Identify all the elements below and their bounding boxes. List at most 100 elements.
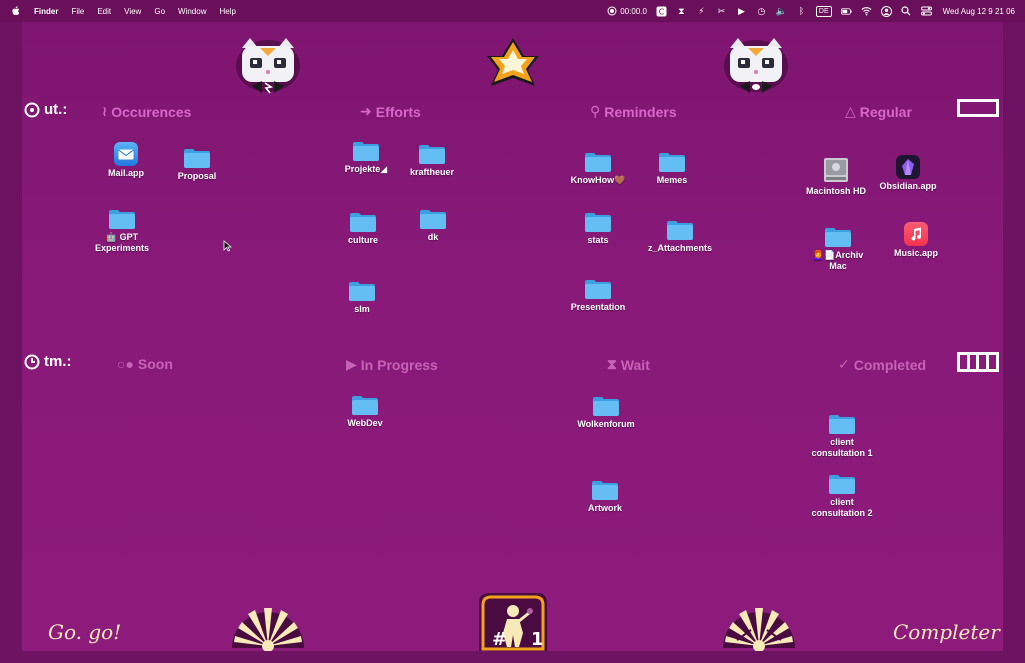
folder-presentation-label: Presentation [570,302,626,312]
folder-icon [658,151,686,173]
check-icon: ✓ [838,356,850,372]
wifi-icon[interactable] [861,6,872,17]
clock-icon [24,354,40,369]
menu-help[interactable]: Help [219,7,235,16]
menubar-clock[interactable]: Wed Aug 12 9 21 06 [943,7,1015,16]
header-in-progress-text: In Progress [360,356,438,373]
row-label-tm-text: tm.: [44,353,72,370]
timer-value: 00:00.0 [620,6,647,16]
control-center-icon[interactable] [920,6,932,17]
menu-edit[interactable]: Edit [97,7,111,16]
record-icon [607,6,617,16]
folder-memes[interactable]: Memes [627,151,717,186]
cat-mascot-left-icon [236,38,300,94]
folder-icon [828,473,856,495]
menu-file[interactable]: File [71,7,84,16]
bolt-icon[interactable]: ⚡ [696,6,707,17]
header-in-progress: ▶ In Progress [346,356,438,373]
folder-wolkenforum[interactable]: Wolkenforum [561,395,651,430]
input-source[interactable]: DE [815,5,832,17]
folder-proposal[interactable]: Proposal [152,147,242,182]
music-app[interactable]: Music.app [871,222,961,259]
rank-hash: # [492,629,507,650]
folder-z-attachments[interactable]: z_Attachments [635,219,725,254]
target-icon [24,102,40,117]
header-completed: ✓ Completed [838,356,926,373]
hourglass-icon[interactable]: ⧗ [676,6,687,17]
timer[interactable]: 00:00.0 [607,6,647,16]
wave-icon: ≀ [102,103,108,119]
folder-icon [828,413,856,435]
header-regular: △ Regular [845,103,912,120]
scissors-icon[interactable]: ✂ [716,6,727,17]
battery-icon[interactable] [840,6,852,17]
obsidian-app[interactable]: Obsidian.app [863,155,953,192]
folder-stats[interactable]: stats [553,211,643,246]
folder-gpt-experiments[interactable]: 🤖 GPT Experiments [77,208,167,254]
menubar: Finder File Edit View Go Window Help 00:… [0,0,1025,22]
folder-client-consultation-2[interactable]: client consultation 2 [797,473,887,519]
arrow-right-icon: ➜ [360,103,372,119]
header-wait-text: Wait [620,356,650,373]
menu-window[interactable]: Window [178,7,206,16]
hard-drive-icon [824,158,848,182]
folder-icon [592,395,620,417]
play-circle-icon[interactable]: ▶ [736,6,747,17]
music-app-label: Music.app [893,248,938,258]
folder-z-attachments-label: z_Attachments [647,243,712,253]
star-of-david-icon [487,38,539,86]
triangle-icon: △ [845,103,856,119]
mail-app-label: Mail.app [107,168,144,178]
search-icon[interactable] [901,6,912,17]
sunburst-right-icon [723,608,795,651]
folder-webdev[interactable]: WebDev [320,394,410,429]
bluetooth-icon[interactable]: ᛒ [796,6,807,17]
go-go-text: Go. go! [48,620,122,644]
header-occurences: ≀ Occurences [102,103,191,120]
app-c-icon[interactable]: C [656,6,667,17]
svg-text:C: C [659,7,665,16]
folder-proposal-label: Proposal [177,171,217,181]
folder-artwork[interactable]: Artwork [560,479,650,514]
apple-icon[interactable] [10,5,22,17]
user-icon[interactable] [880,5,892,17]
volume-icon[interactable]: 🔈 [776,6,787,17]
header-reminders-text: Reminders [604,103,677,120]
folder-icon [352,140,380,162]
header-regular-text: Regular [859,103,912,120]
menu-go[interactable]: Go [154,7,165,16]
completer-text: Completer [893,620,1000,644]
folder-kraftheuer[interactable]: kraftheuer [387,143,477,178]
menu-view[interactable]: View [124,7,141,16]
folder-dk-label: dk [427,232,439,242]
bars-bottom-icon [957,352,999,372]
folder-client-consultation-2-label: client consultation 2 [811,497,873,518]
folder-slm[interactable]: slm [317,280,407,315]
folder-client-consultation-1-label: client consultation 1 [811,437,873,458]
pin-icon: ⚲ [590,103,601,119]
header-efforts: ➜ Efforts [360,103,421,120]
folder-presentation[interactable]: Presentation [553,278,643,313]
sunburst-left-icon [232,608,304,651]
folder-gpt-experiments-label: 🤖 GPT Experiments [94,232,150,253]
folder-icon [348,280,376,302]
folder-archiv-mac[interactable]: 👩‍🦰📄Archiv Mac [793,226,883,272]
header-occurences-text: Occurences [111,103,192,120]
folder-icon [824,226,852,248]
header-soon-text: Soon [137,356,173,372]
folder-icon [666,219,694,241]
folder-wolkenforum-label: Wolkenforum [577,419,635,429]
folder-client-consultation-1[interactable]: client consultation 1 [797,413,887,459]
hourglass-icon: ⧗ [607,356,617,372]
time-machine-icon[interactable]: ◷ [756,6,767,17]
menu-app-name[interactable]: Finder [34,7,58,16]
mail-icon [114,142,138,166]
macintosh-hd-label: Macintosh HD [805,186,866,196]
folder-icon [591,479,619,501]
frame-left [0,22,22,663]
folder-artwork-label: Artwork [587,503,622,513]
folder-archiv-mac-label: 👩‍🦰📄Archiv Mac [812,250,864,271]
folder-icon [183,147,211,169]
folder-projekte-label: Projekte◢ [344,164,388,174]
folder-dk[interactable]: dk [388,208,478,243]
